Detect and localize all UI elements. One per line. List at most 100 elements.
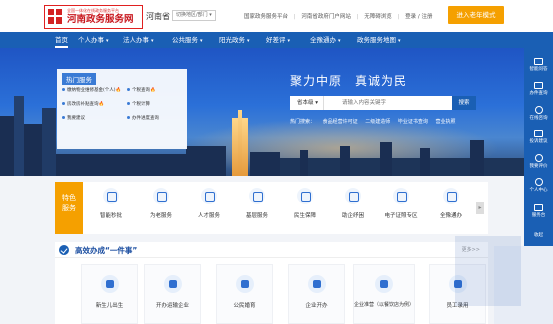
card-label: 开办运输企业 xyxy=(155,303,189,309)
sidebar-item-progress[interactable]: 办件查询 xyxy=(524,82,553,96)
sidebar-item-complaint[interactable]: 投诉建议 xyxy=(524,130,553,144)
sidebar-label: 收起 xyxy=(534,233,543,238)
nav-province-wide[interactable]: 全豫通办 ▾ xyxy=(310,32,341,48)
region-select[interactable]: 切换地区/部门 ▾ xyxy=(172,10,216,21)
search-scope-select[interactable]: 省本级 ▾ xyxy=(292,96,325,110)
truck-icon xyxy=(163,275,182,293)
service-enterprise-relief[interactable]: 助企纾困 xyxy=(331,188,375,219)
sidebar-label: 投诉建议 xyxy=(529,139,548,144)
edit-icon xyxy=(534,130,543,137)
service-province-wide[interactable]: 全豫通办 xyxy=(429,188,473,219)
service-talent[interactable]: 人才服务 xyxy=(187,188,231,219)
one-thing-header: 高效办成“一件事” 更多>> xyxy=(55,242,488,258)
one-thing-card[interactable]: 企业准营（以餐饮店为例） xyxy=(353,264,415,324)
hot-service-item[interactable]: 房改房补贴查询🔥 xyxy=(62,101,104,107)
scroll-right-arrow-icon[interactable]: ▸ xyxy=(476,202,484,214)
chevron-down-icon: ▾ xyxy=(200,38,203,44)
nav-rating[interactable]: 好差评 ▾ xyxy=(266,32,290,48)
desk-icon xyxy=(534,204,543,211)
sidebar-item-service-desk[interactable]: 服务台 xyxy=(524,204,553,218)
hot-service-item[interactable]: 缴纳物业维修基金(个人)🔥 xyxy=(62,87,121,93)
sidebar-collapse-button[interactable]: 收起 xyxy=(524,232,553,238)
hot-search-item[interactable]: 营业执照 xyxy=(435,119,455,125)
feature-services-tab[interactable]: 特色 服务 xyxy=(55,182,83,234)
sidebar-item-smart-qa[interactable]: 智能问答 xyxy=(524,58,553,72)
nav-personal[interactable]: 个人办事 ▾ xyxy=(78,32,109,48)
hot-service-item[interactable]: 办件进度查询 xyxy=(127,115,159,121)
check-circle-icon xyxy=(59,245,69,255)
site-logo[interactable]: 全国一体化在线政务服务平台 河南政务服务网 xyxy=(44,5,143,29)
nav-label: 个人办事 xyxy=(78,36,104,44)
service-grassroots[interactable]: 基层服务 xyxy=(235,188,279,219)
search-button[interactable]: 搜索 xyxy=(452,96,476,110)
sidebar-item-personal-center[interactable]: 个人中心 xyxy=(524,178,553,193)
fire-icon: 🔥 xyxy=(98,102,105,107)
nav-service-map[interactable]: 政务服务地图 ▾ xyxy=(357,32,401,48)
user-icon xyxy=(534,178,543,186)
one-thing-card[interactable]: 企业开办 xyxy=(288,264,345,324)
nav-home[interactable]: 首页 xyxy=(55,32,68,48)
logo-title: 河南政务服务网 xyxy=(67,14,134,26)
shield-icon xyxy=(297,188,313,204)
hot-service-item[interactable]: 个税查询🔥 xyxy=(127,87,156,93)
thumbs-up-icon xyxy=(534,154,543,162)
hot-search-item[interactable]: 毕业证书查询 xyxy=(398,119,428,125)
hot-service-label: 个税查询 xyxy=(132,88,150,93)
nav-label: 好差评 xyxy=(266,36,286,44)
hot-services-panel: 热门服务 缴纳物业维修基金(个人)🔥 个税查询🔥 房改房补贴查询🔥 个税计算 我… xyxy=(57,69,187,149)
service-label: 全豫通办 xyxy=(439,213,462,219)
hot-service-label: 个税计算 xyxy=(132,102,150,107)
link-gov-portal[interactable]: 河南省政府门户网站 xyxy=(301,14,351,20)
hot-service-label: 房改房补贴查询 xyxy=(67,102,99,107)
link-accessibility[interactable]: 无障碍浏览 xyxy=(364,14,392,20)
hot-service-item[interactable]: 我要建议 xyxy=(62,115,85,121)
service-label: 助企纾困 xyxy=(341,213,364,219)
hot-search-item[interactable]: 二级建造师 xyxy=(365,119,390,125)
banner-slogan: 聚力中原 真诚为民 xyxy=(290,74,408,88)
chevron-down-icon: ▾ xyxy=(287,38,291,44)
hot-service-label: 办件进度查询 xyxy=(132,116,159,121)
one-thing-card[interactable]: 公民婚育 xyxy=(216,264,273,324)
card-label: 新生儿出生 xyxy=(95,303,124,309)
hot-service-item[interactable]: 个税计算 xyxy=(127,101,150,107)
service-label: 电子证照专区 xyxy=(384,213,418,219)
one-thing-title: 高效办成“一件事” xyxy=(75,246,138,255)
service-elderly[interactable]: 为老服务 xyxy=(139,188,183,219)
service-label: 民生保障 xyxy=(293,213,316,219)
chevron-down-icon: ▾ xyxy=(106,38,109,44)
service-e-license[interactable]: 电子证照专区 xyxy=(379,188,423,219)
nav-legal-person[interactable]: 法人办事 ▾ xyxy=(123,32,154,48)
card-label: 企业准营（以餐饮店为例） xyxy=(354,302,415,308)
link-separator: | xyxy=(397,14,400,20)
floating-overlay xyxy=(455,236,521,306)
header: 全国一体化在线政务服务平台 河南政务服务网 河南省 切换地区/部门 ▾ 国家政务… xyxy=(0,0,553,32)
right-sidebar: 智能问答 办件查询 在线咨询 投诉建议 我要评价 个人中心 服务台 收起 xyxy=(524,48,553,246)
nav-label: 首页 xyxy=(55,36,68,44)
nav-sunshine-gov[interactable]: 阳光政务 ▾ xyxy=(219,32,250,48)
restaurant-icon xyxy=(375,275,393,293)
sidebar-item-rate[interactable]: 我要评价 xyxy=(524,154,553,169)
service-livelihood[interactable]: 民生保障 xyxy=(283,188,327,219)
search-input[interactable] xyxy=(342,98,450,108)
link-login-register[interactable]: 登录 / 注册 xyxy=(405,14,432,20)
hot-search-item[interactable]: 食品经营许可证 xyxy=(323,119,358,125)
logo-subtitle: 全国一体化在线政务服务平台 xyxy=(67,8,119,14)
sidebar-label: 在线咨询 xyxy=(529,116,548,121)
sidebar-item-consult[interactable]: 在线咨询 xyxy=(524,106,553,121)
link-national-platform[interactable]: 国家政务服务平台 xyxy=(244,14,288,20)
elder-mode-button[interactable]: 进入老年模式 xyxy=(448,6,504,24)
chevron-down-icon: ▾ xyxy=(338,38,341,44)
link-separator: | xyxy=(356,14,359,20)
top-links: 国家政务服务平台 | 河南省政府门户网站 | 无障碍浏览 | 登录 / 注册 xyxy=(244,12,436,20)
one-thing-card[interactable]: 新生儿出生 xyxy=(81,264,138,324)
chevron-down-icon: ▾ xyxy=(247,38,250,44)
one-thing-card[interactable]: 开办运输企业 xyxy=(144,264,201,324)
service-smart-approval[interactable]: 智能秒批 xyxy=(89,188,133,219)
service-label: 基层服务 xyxy=(245,213,268,219)
search-box: 省本级 ▾ 搜索 xyxy=(290,96,476,110)
hot-service-label: 缴纳物业维修基金(个人) xyxy=(67,88,116,93)
nav-public-service[interactable]: 公共服务 ▾ xyxy=(172,32,203,48)
card-label: 企业开办 xyxy=(305,303,328,309)
fire-icon: 🔥 xyxy=(115,88,122,93)
one-thing-section: 高效办成“一件事” 更多>> 新生儿出生 开办运输企业 公民婚育 企业开办 企业… xyxy=(55,242,488,324)
